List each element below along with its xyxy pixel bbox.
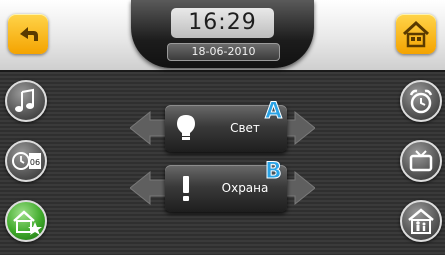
badge-a: A (264, 99, 283, 125)
home-scenarios-button[interactable] (5, 200, 47, 242)
lightbulb-icon (177, 115, 195, 140)
family-button[interactable] (400, 200, 442, 242)
alarm-button[interactable] (400, 80, 442, 122)
alarm-clock-icon (409, 89, 433, 114)
tv-icon (409, 150, 433, 172)
clock-calendar-icon: 06 (12, 152, 41, 170)
badge-b: B (265, 159, 283, 185)
schedule-button[interactable]: 06 (5, 140, 47, 182)
music-button[interactable] (5, 80, 47, 122)
clock-date: 18-06-2010 (167, 43, 280, 61)
home-button[interactable] (396, 14, 436, 54)
back-arrow-icon (20, 27, 38, 41)
tv-button[interactable] (400, 140, 442, 182)
house-family-icon (408, 208, 434, 234)
back-button[interactable] (8, 14, 48, 54)
calendar-day: 06 (30, 158, 40, 167)
clock-panel: 16:29 18-06-2010 (131, 0, 314, 68)
screen: 16:29 18-06-2010 06 Свет A Охрана B (0, 0, 445, 255)
clock-time: 16:29 (171, 8, 274, 38)
music-note-icon (15, 88, 34, 112)
home-icon (402, 20, 430, 48)
home-star-icon (13, 210, 42, 235)
exclamation-icon (183, 176, 189, 201)
